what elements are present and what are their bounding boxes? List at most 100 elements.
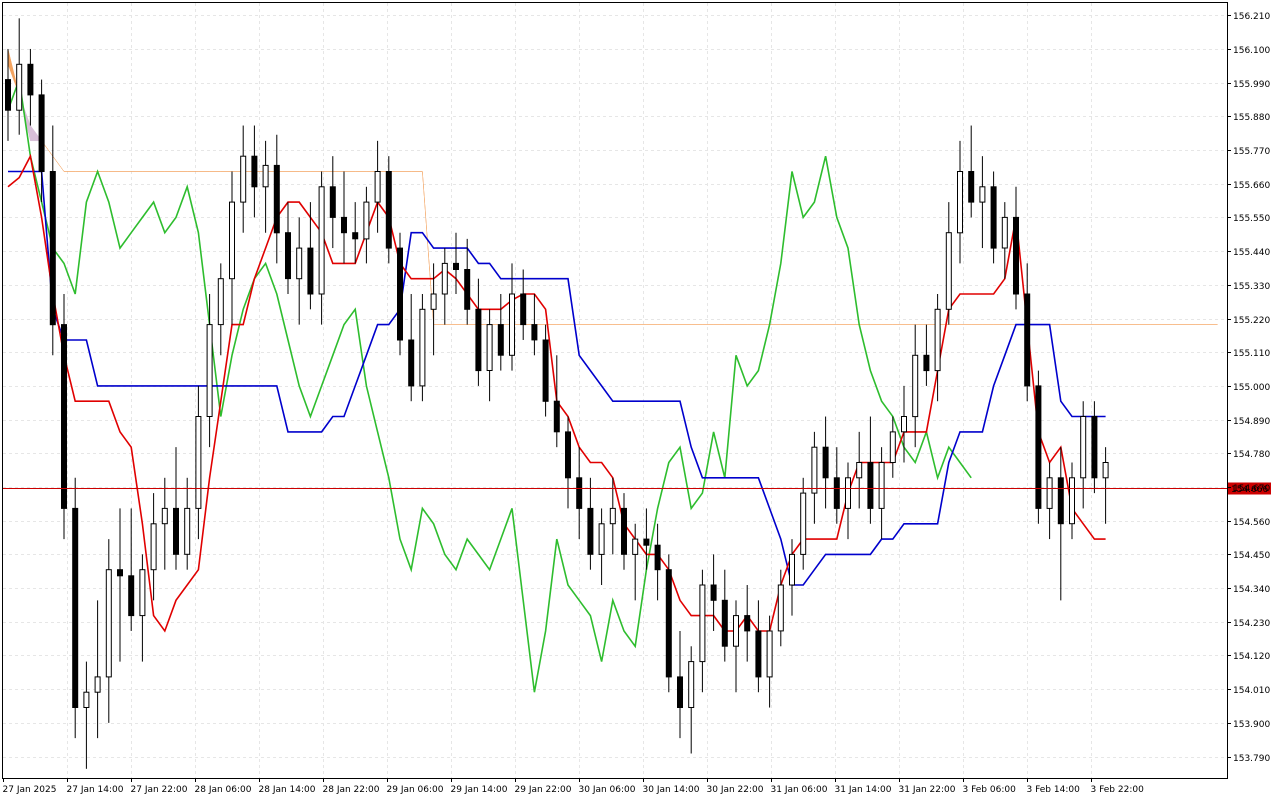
candle-bear: [654, 544, 661, 571]
candle-bull: [733, 615, 739, 647]
plot-frame: [2, 2, 1228, 779]
candle-bull: [845, 477, 851, 509]
y-tick-label: 155.000: [1233, 383, 1270, 393]
candle-bull: [878, 462, 885, 509]
candle-bear: [565, 431, 571, 479]
y-tick-label: 154.560: [1233, 518, 1270, 528]
candle-bear: [285, 232, 291, 280]
y-tick-label: 153.900: [1233, 720, 1270, 730]
candle-bear: [273, 164, 280, 234]
ichimoku-candlestick-chart: 154.666 156.210 156.100 155.990 155.880 155.…: [2, 2, 1271, 795]
candle-bear: [576, 477, 583, 509]
candle-bull: [16, 63, 23, 111]
kumo-bull-segment: [52, 156, 65, 172]
candle-bear: [27, 63, 34, 96]
candle-bear: [475, 308, 482, 372]
candle-bear: [464, 269, 471, 310]
candle-bear: [542, 339, 549, 402]
candle-bear: [1091, 416, 1098, 479]
x-axis: 27 Jan 2025 27 Jan 14:00 27 Jan 22:00 28 Ja…: [3, 778, 1145, 795]
candle-bull: [1046, 477, 1053, 509]
candle-bull: [811, 446, 818, 494]
candle-bear: [531, 324, 538, 341]
candle-bear: [721, 599, 728, 647]
candle-bull: [509, 293, 515, 356]
candle-bull: [441, 262, 448, 295]
y-axis: 156.210 156.100 155.990 155.880 155.770 155.6…: [1227, 12, 1270, 764]
candle-bear: [49, 171, 56, 326]
candle-bear: [621, 507, 627, 555]
y-tick-label: 155.880: [1233, 113, 1270, 123]
current-price-marker: 154.666: [3, 482, 1271, 495]
y-tick-label: 155.440: [1233, 248, 1270, 258]
candle-bear: [341, 216, 347, 234]
candle-bull: [229, 201, 235, 280]
y-tick-label: 155.220: [1233, 316, 1270, 326]
x-tick-label: 27 Jan 22:00: [131, 785, 188, 795]
candle-bear: [307, 247, 314, 295]
candle-bull: [318, 186, 325, 295]
y-tick-label: 155.550: [1233, 214, 1270, 224]
candle-bull: [184, 507, 191, 555]
candle-bear: [173, 507, 179, 555]
candle-bull: [777, 584, 784, 632]
candle-bear: [329, 186, 336, 218]
candle-bear: [61, 324, 67, 509]
candle-bear: [1035, 385, 1042, 509]
candle-bear: [352, 232, 359, 240]
candle-bear: [128, 575, 135, 617]
x-tick-label: 30 Jan 06:00: [579, 785, 636, 795]
x-tick-label: 31 Jan 14:00: [835, 785, 892, 795]
candle-bear: [5, 79, 11, 111]
candle-bear: [1057, 477, 1064, 525]
x-tick-label: 30 Jan 22:00: [707, 785, 764, 795]
x-tick-label: 3 Feb 22:00: [1091, 785, 1145, 795]
candle-bull: [105, 569, 112, 678]
candle-bull: [912, 354, 919, 418]
x-tick-label: 29 Jan 14:00: [451, 785, 508, 795]
candle-bull: [609, 507, 616, 525]
candle-bear: [665, 569, 672, 678]
candle-bull: [217, 278, 224, 326]
x-tick-label: 31 Jan 06:00: [771, 785, 828, 795]
x-tick-label: 30 Jan 14:00: [643, 785, 700, 795]
candle-bear: [520, 293, 527, 326]
candle-bull: [83, 691, 90, 709]
x-tick-label: 31 Jan 22:00: [899, 785, 956, 795]
x-tick-label: 3 Feb 06:00: [963, 785, 1017, 795]
candle-bull: [766, 630, 773, 678]
y-tick-label: 154.890: [1233, 417, 1270, 427]
candle-bear: [397, 247, 403, 341]
y-tick-label: 156.100: [1233, 46, 1270, 56]
candle-bear: [923, 354, 930, 372]
y-tick-label: 153.790: [1233, 754, 1270, 764]
candle-bull: [262, 164, 269, 188]
candle-bull: [889, 431, 896, 463]
y-tick-label: 156.210: [1233, 12, 1270, 22]
candle-bull: [945, 232, 952, 310]
candle-bear: [968, 171, 975, 203]
candle-bull: [1102, 462, 1109, 479]
candle-bear: [867, 462, 874, 509]
candle-bull: [934, 308, 941, 372]
y-tick-label: 155.110: [1233, 349, 1270, 359]
candle-bull: [94, 676, 101, 693]
y-tick-label: 154.010: [1233, 686, 1270, 696]
x-tick-label: 28 Jan 22:00: [323, 785, 380, 795]
candle-bear: [117, 569, 123, 577]
candle-bull: [296, 247, 303, 280]
y-tick-label: 154.340: [1233, 585, 1270, 595]
candle-bear: [710, 584, 717, 601]
candle-bear: [38, 94, 45, 172]
candle-bull: [632, 538, 639, 555]
candle-bull: [856, 462, 863, 479]
candle-bear: [833, 477, 840, 509]
candle-bear: [990, 186, 997, 249]
candle-bull: [699, 584, 706, 663]
candle-bull: [1001, 216, 1008, 249]
candle-bull: [195, 416, 202, 509]
candle-bull: [486, 324, 493, 372]
candles: [5, 18, 1109, 769]
y-tick-label: 155.660: [1233, 181, 1270, 191]
x-tick-label: 3 Feb 14:00: [1027, 785, 1081, 795]
